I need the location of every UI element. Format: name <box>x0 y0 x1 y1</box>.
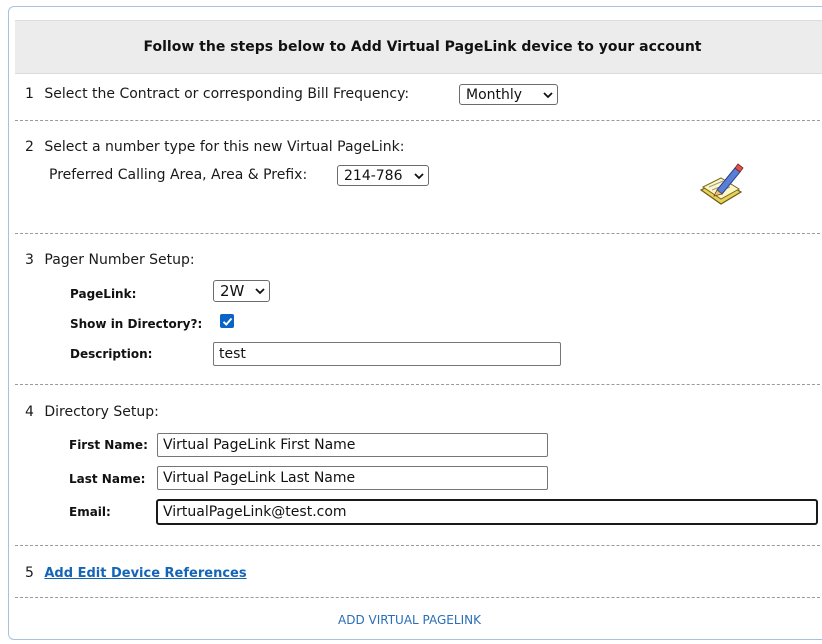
email-label: Email: <box>69 505 111 519</box>
pagelink-label: PageLink: <box>70 287 137 301</box>
notepad-pencil-icon <box>699 163 744 205</box>
first-name-input[interactable]: Virtual PageLink First Name <box>157 433 548 457</box>
calling-area-select[interactable]: 214-786 <box>337 165 429 186</box>
step4-number: 4 <box>25 404 34 420</box>
divider <box>15 120 822 121</box>
step3-label: Pager Number Setup: <box>44 252 195 268</box>
last-name-label: Last Name: <box>69 472 146 486</box>
divider <box>15 545 822 546</box>
step5-number: 5 <box>25 565 34 581</box>
divider <box>15 384 822 385</box>
step1-label: Select the Contract or corresponding Bil… <box>44 86 410 102</box>
step2-row: 2 Select a number type for this new Virt… <box>25 139 404 155</box>
email-input[interactable]: VirtualPageLink@test.com <box>156 499 818 525</box>
pagelink-select[interactable]: 2W <box>213 280 270 302</box>
bill-frequency-select[interactable]: Monthly <box>459 84 558 105</box>
step2-number: 2 <box>25 139 34 155</box>
add-virtual-pagelink-button[interactable]: ADD VIRTUAL PAGELINK <box>338 613 481 627</box>
chevron-down-icon <box>543 91 553 98</box>
step5-row: 5 Add Edit Device References <box>25 565 247 581</box>
last-name-input[interactable]: Virtual PageLink Last Name <box>157 466 548 490</box>
step2-label: Select a number type for this new Virtua… <box>44 139 405 155</box>
description-input[interactable]: test <box>213 342 561 366</box>
step1-number: 1 <box>25 86 34 102</box>
show-directory-label: Show in Directory?: <box>70 317 203 331</box>
step4-label: Directory Setup: <box>44 404 159 420</box>
step3-row: 3 Pager Number Setup: <box>25 252 195 268</box>
form-title: Follow the steps below to Add Virtual Pa… <box>143 39 702 55</box>
pagelink-value: 2W <box>220 282 245 300</box>
calling-area-label: Preferred Calling Area, Area & Prefix: <box>49 167 308 183</box>
divider <box>15 597 822 598</box>
step4-row: 4 Directory Setup: <box>25 404 159 420</box>
add-edit-device-references-link[interactable]: Add Edit Device References <box>44 566 246 581</box>
step3-number: 3 <box>25 252 34 268</box>
checkmark-icon <box>222 317 232 326</box>
bill-frequency-value: Monthly <box>466 86 523 103</box>
step1-row: 1 Select the Contract or corresponding B… <box>25 86 409 102</box>
calling-area-value: 214-786 <box>344 167 403 184</box>
first-name-label: First Name: <box>69 438 148 452</box>
show-directory-checkbox[interactable] <box>220 314 234 328</box>
description-label: Description: <box>70 347 153 361</box>
divider <box>15 233 822 234</box>
form-header: Follow the steps below to Add Virtual Pa… <box>15 20 822 74</box>
chevron-down-icon <box>255 288 265 295</box>
chevron-down-icon <box>414 172 424 179</box>
